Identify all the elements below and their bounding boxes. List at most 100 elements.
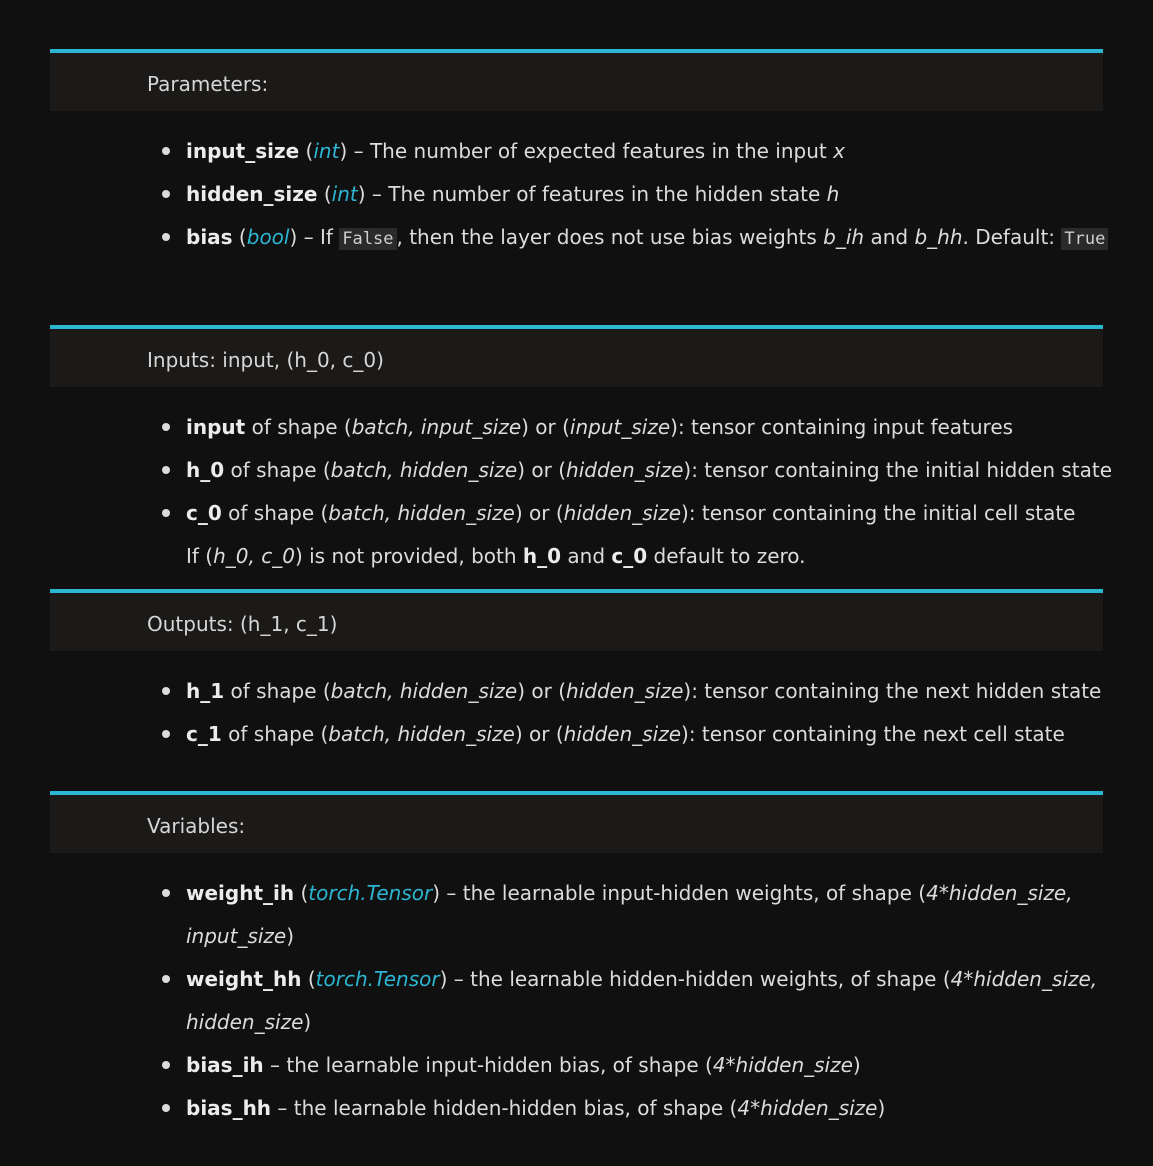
variables-section: Variables: weight_ih (torch.Tensor) – th… <box>50 791 1103 1130</box>
text: ( <box>232 225 247 249</box>
bullet-icon <box>162 466 170 474</box>
output-name: c_1 <box>186 722 222 746</box>
input-name: input <box>186 415 246 439</box>
text: ( <box>301 967 316 991</box>
variables-header: Variables: <box>50 791 1103 853</box>
text: ): tensor containing the initial hidden … <box>683 458 1113 482</box>
type-link[interactable]: int <box>332 182 358 206</box>
bullet-icon <box>162 1061 170 1069</box>
text: ) or ( <box>514 722 564 746</box>
math-var: x <box>833 139 845 163</box>
inputs-header-text: Inputs: input, (h_0, c_0) <box>147 348 384 372</box>
text: ( <box>294 881 309 905</box>
param-desc: – The number of features in the hidden s… <box>365 182 827 206</box>
inputs-header: Inputs: input, (h_0, c_0) <box>50 325 1103 387</box>
math-var: 4*hidden_size, <box>926 881 1073 905</box>
math-var: batch, input_size <box>351 415 522 439</box>
outputs-header: Outputs: (h_1, c_1) <box>50 589 1103 651</box>
math-var: b_ih <box>823 225 865 249</box>
input-name: h_0 <box>186 458 225 482</box>
list-item: h_1 of shape (batch, hidden_size) or (hi… <box>50 670 1103 713</box>
variable-name: bias_hh <box>186 1096 272 1120</box>
math-var: hidden_size <box>186 1010 304 1034</box>
list-item: hidden_size (int) – The number of featur… <box>50 173 1103 216</box>
variable-name: weight_hh <box>186 967 302 991</box>
bullet-icon <box>162 190 170 198</box>
text: ) <box>286 924 295 948</box>
bullet-icon <box>162 687 170 695</box>
text: and <box>864 225 915 249</box>
text: ( <box>299 139 314 163</box>
math-var: h_0, c_0 <box>213 544 295 568</box>
text: – the learnable input-hidden weights, of… <box>440 881 927 905</box>
text: ) <box>877 1096 886 1120</box>
math-var: input_size <box>569 415 671 439</box>
text: ) <box>303 1010 312 1034</box>
text: of shape ( <box>245 415 352 439</box>
text: and <box>561 544 612 568</box>
math-var: 4*hidden_size <box>712 1053 853 1077</box>
text: default to zero. <box>647 544 806 568</box>
math-var: batch, hidden_size <box>328 722 515 746</box>
param-name: hidden_size <box>186 182 318 206</box>
bullet-icon <box>162 509 170 517</box>
list-item: input of shape (batch, input_size) or (i… <box>50 406 1103 449</box>
inputs-section: Inputs: input, (h_0, c_0) input of shape… <box>50 325 1112 578</box>
parameters-list: input_size (int) – The number of expecte… <box>50 130 1109 261</box>
bullet-icon <box>162 147 170 155</box>
math-var: 4*hidden_size <box>737 1096 878 1120</box>
parameters-section: Parameters: input_size (int) – The numbe… <box>50 49 1109 261</box>
math-var: batch, hidden_size <box>328 501 515 525</box>
bold-term: c_0 <box>611 544 648 568</box>
bullet-icon <box>162 975 170 983</box>
text: ): tensor containing the next cell state <box>681 722 1065 746</box>
text: ) <box>852 1053 861 1077</box>
bullet-icon <box>162 1104 170 1112</box>
variables-list: weight_ih (torch.Tensor) – the learnable… <box>50 872 1103 1130</box>
text: of shape ( <box>221 501 329 525</box>
text: ) or ( <box>517 458 567 482</box>
bold-term: h_0 <box>522 544 562 568</box>
math-var: input_size <box>186 924 287 948</box>
type-link[interactable]: bool <box>247 225 290 249</box>
param-desc: – The number of expected features in the… <box>347 139 834 163</box>
text: ) or ( <box>514 501 564 525</box>
type-link[interactable]: torch.Tensor <box>316 967 440 991</box>
input-name: c_0 <box>186 501 222 525</box>
list-item: bias (bool) – If False, then the layer d… <box>50 216 1109 261</box>
text: of shape ( <box>221 722 329 746</box>
bullet-icon <box>162 233 170 241</box>
variable-name: weight_ih <box>186 881 295 905</box>
inline-code: False <box>339 228 397 250</box>
type-link[interactable]: torch.Tensor <box>308 881 432 905</box>
list-item: input_size (int) – The number of expecte… <box>50 130 1103 173</box>
bullet-icon <box>162 730 170 738</box>
list-item: h_0 of shape (batch, hidden_size) or (hi… <box>50 449 1112 492</box>
text: of shape ( <box>224 679 331 703</box>
inputs-note: If (h_0, c_0) is not provided, both h_0 … <box>50 535 1103 578</box>
math-var: batch, hidden_size <box>330 458 518 482</box>
text: – the learnable hidden-hidden bias, of s… <box>271 1096 738 1120</box>
type-link[interactable]: int <box>313 139 339 163</box>
text: ): tensor containing input features <box>670 415 1014 439</box>
math-var: batch, hidden_size <box>330 679 518 703</box>
text: of shape ( <box>224 458 331 482</box>
list-item: c_1 of shape (batch, hidden_size) or (hi… <box>50 713 1103 756</box>
variables-header-text: Variables: <box>147 814 246 838</box>
math-var: hidden_size <box>563 722 682 746</box>
parameters-header-text: Parameters: <box>147 72 269 96</box>
list-item: bias_hh – the learnable hidden-hidden bi… <box>50 1087 1103 1130</box>
text: – the learnable hidden-hidden weights, o… <box>447 967 951 991</box>
text: ( <box>317 182 332 206</box>
text: , then the layer does not use bias weigh… <box>396 225 824 249</box>
list-item: weight_hh (torch.Tensor) – the learnable… <box>50 958 1103 1044</box>
bullet-icon <box>162 889 170 897</box>
text: . Default: <box>962 225 1062 249</box>
line-continuation: input_size) <box>186 915 1103 958</box>
outputs-header-text: Outputs: (h_1, c_1) <box>147 612 338 636</box>
text: – If <box>297 225 340 249</box>
math-var: h <box>826 182 840 206</box>
line-continuation: hidden_size) <box>186 1001 1103 1044</box>
text: ): tensor containing the initial cell st… <box>681 501 1076 525</box>
inline-code: True <box>1061 228 1109 250</box>
